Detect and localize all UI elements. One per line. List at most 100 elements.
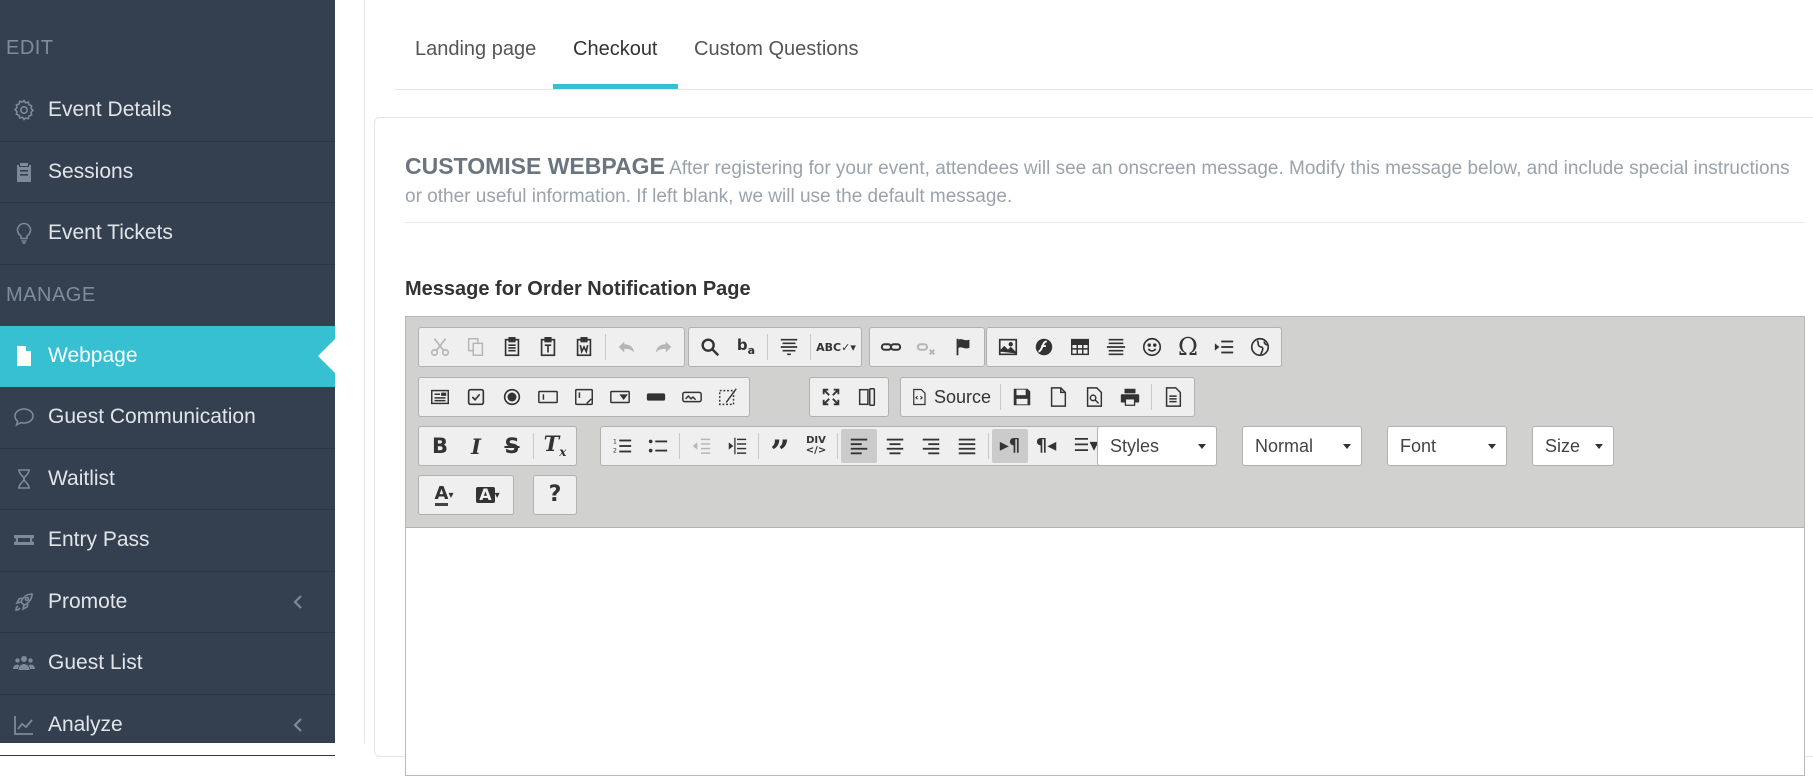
text-direction-ltr-icon[interactable]: ▸¶ <box>992 429 1028 463</box>
select-field-icon[interactable] <box>602 380 638 414</box>
button-field-icon[interactable] <box>638 380 674 414</box>
copy-icon[interactable] <box>458 330 494 364</box>
indent-icon[interactable] <box>719 429 755 463</box>
save-icon[interactable] <box>1004 380 1040 414</box>
divider <box>405 222 1805 223</box>
bulleted-list-icon[interactable] <box>640 429 676 463</box>
styles-dropdown[interactable]: Styles <box>1097 426 1217 466</box>
sidebar-item-event-tickets[interactable]: Event Tickets <box>0 203 335 265</box>
maximize-icon[interactable] <box>813 380 849 414</box>
create-div-icon[interactable]: DIV </> <box>798 429 834 463</box>
cut-icon[interactable] <box>422 330 458 364</box>
table-icon[interactable] <box>1062 330 1098 364</box>
text-direction-rtl-icon[interactable]: ¶◂ <box>1028 429 1064 463</box>
italic-icon[interactable]: I <box>458 429 494 463</box>
toolbar-separator <box>810 334 811 360</box>
image-button-icon[interactable] <box>674 380 710 414</box>
paste-text-icon[interactable] <box>530 330 566 364</box>
numbered-list-icon[interactable]: 12 <box>604 429 640 463</box>
font-dropdown[interactable]: Font <box>1387 426 1507 466</box>
page-break-icon[interactable] <box>1206 330 1242 364</box>
panel-title: CUSTOMISE WEBPAGE <box>405 153 665 179</box>
sidebar-item-event-details[interactable]: Event Details <box>0 80 335 142</box>
sidebar-item-waitlist[interactable]: Waitlist <box>0 449 335 510</box>
horizontal-rule-icon[interactable] <box>1098 330 1134 364</box>
chevron-down-icon <box>1343 444 1351 449</box>
bold-icon[interactable]: B <box>422 429 458 463</box>
outdent-icon[interactable] <box>683 429 719 463</box>
editor-content-area[interactable] <box>406 528 1804 773</box>
tab-checkout[interactable]: Checkout <box>553 0 678 89</box>
format-dropdown[interactable]: Normal <box>1242 426 1362 466</box>
image-icon[interactable] <box>990 330 1026 364</box>
sidebar-item-entry-pass[interactable]: Entry Pass <box>0 510 335 572</box>
show-blocks-icon[interactable] <box>849 380 885 414</box>
chevron-left-icon <box>291 593 305 616</box>
print-icon[interactable] <box>1112 380 1148 414</box>
new-page-icon[interactable] <box>1040 380 1076 414</box>
toolbar-separator <box>679 433 680 459</box>
redo-icon[interactable] <box>645 330 681 364</box>
strikethrough-icon[interactable]: S <box>494 429 530 463</box>
radio-icon[interactable] <box>494 380 530 414</box>
sidebar-item-sessions[interactable]: Sessions <box>0 142 335 203</box>
background-color-icon[interactable]: A ▾ <box>466 478 510 512</box>
align-right-icon[interactable] <box>913 429 949 463</box>
find-icon[interactable] <box>692 330 728 364</box>
sidebar-item-label: Waitlist <box>48 466 115 490</box>
align-center-icon[interactable] <box>877 429 913 463</box>
help-icon[interactable]: ? <box>537 478 573 512</box>
text-color-icon[interactable]: A ▾ <box>422 478 466 512</box>
toolbar-separator <box>758 433 759 459</box>
textarea-icon[interactable] <box>566 380 602 414</box>
checkbox-icon[interactable] <box>458 380 494 414</box>
paste-icon[interactable] <box>494 330 530 364</box>
source-button[interactable]: Source <box>904 380 997 414</box>
paste-word-icon[interactable] <box>566 330 602 364</box>
chart-icon <box>0 713 48 737</box>
sidebar-item-label: Guest List <box>48 651 143 675</box>
sidebar-item-label: Sessions <box>48 159 134 183</box>
sidebar-item-promote[interactable]: Promote <box>0 572 335 633</box>
chat-bubble-icon <box>0 405 48 429</box>
tab-landing-page[interactable]: Landing page <box>415 0 536 89</box>
find-group: ba ABC✓▾ <box>688 327 862 367</box>
clipboard-group <box>418 327 685 367</box>
sidebar-item-label: Webpage <box>48 343 138 367</box>
sidebar-item-analyze[interactable]: Analyze <box>0 695 335 756</box>
tab-custom-questions[interactable]: Custom Questions <box>694 0 859 89</box>
users-icon <box>0 651 48 675</box>
sidebar-item-guest-communication[interactable]: Guest Communication <box>0 387 335 449</box>
blockquote-icon[interactable]: ” <box>762 429 798 470</box>
chevron-down-icon <box>1198 444 1206 449</box>
templates-icon[interactable] <box>1155 380 1191 414</box>
anchor-flag-icon[interactable] <box>945 330 981 364</box>
spellcheck-icon[interactable]: ABC✓▾ <box>814 330 858 364</box>
smiley-icon[interactable] <box>1134 330 1170 364</box>
select-all-icon[interactable] <box>771 330 807 364</box>
remove-format-icon[interactable]: Tx <box>537 429 573 463</box>
link-icon[interactable] <box>873 330 909 364</box>
justify-icon[interactable] <box>949 429 985 463</box>
hidden-field-icon[interactable] <box>710 380 746 414</box>
special-char-icon[interactable]: Ω <box>1170 330 1206 364</box>
help-label: ? <box>548 482 562 507</box>
sidebar-item-label: Entry Pass <box>48 528 150 552</box>
toolbar-separator <box>837 433 838 459</box>
sidebar-item-webpage[interactable]: Webpage <box>0 325 335 387</box>
sidebar-item-label: Promote <box>48 589 128 613</box>
unlink-icon[interactable] <box>909 330 945 364</box>
sidebar-item-guest-list[interactable]: Guest List <box>0 633 335 695</box>
font-value: Font <box>1400 435 1437 456</box>
form-icon[interactable] <box>422 380 458 414</box>
panel-header: CUSTOMISE WEBPAGE After registering for … <box>405 152 1795 211</box>
lightbulb-icon <box>0 221 48 245</box>
align-left-icon[interactable] <box>841 429 877 463</box>
preview-icon[interactable] <box>1076 380 1112 414</box>
replace-icon[interactable]: ba <box>728 330 764 364</box>
size-dropdown[interactable]: Size <box>1532 426 1614 466</box>
undo-icon[interactable] <box>609 330 645 364</box>
iframe-globe-icon[interactable] <box>1242 330 1278 364</box>
text-field-icon[interactable] <box>530 380 566 414</box>
flash-icon[interactable] <box>1026 330 1062 364</box>
